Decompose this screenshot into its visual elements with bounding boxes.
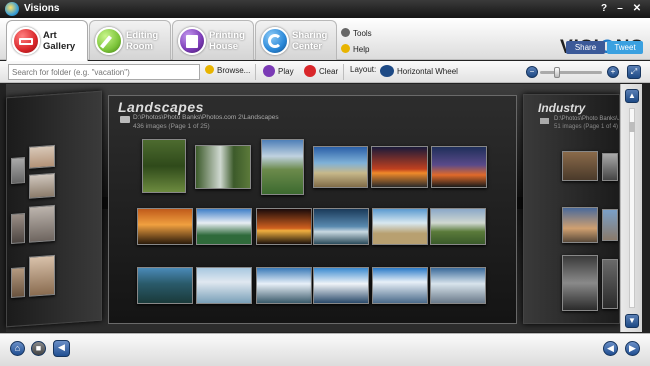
- album-thumbnail[interactable]: [562, 255, 598, 311]
- clear-button[interactable]: Clear: [304, 65, 338, 77]
- tab-editing-room-label: Editing Room: [126, 30, 159, 52]
- album-thumbnail[interactable]: [11, 267, 25, 299]
- album-thumbnail[interactable]: [29, 254, 55, 297]
- tweet-button[interactable]: Tweet: [607, 41, 643, 54]
- fullscreen-button[interactable]: ⤢: [627, 65, 641, 79]
- album-thumbnail[interactable]: [11, 157, 25, 185]
- photo-thumbnail[interactable]: [196, 208, 252, 245]
- album-thumbnail[interactable]: [562, 207, 598, 243]
- clear-icon: [304, 65, 316, 77]
- title-bar: Visions ? – ✕: [0, 0, 650, 18]
- scroll-thumb[interactable]: [629, 122, 635, 132]
- photo-thumbnail[interactable]: [137, 267, 193, 304]
- next-page-button[interactable]: ▶: [625, 341, 640, 356]
- photo-thumbnail[interactable]: [196, 267, 252, 304]
- tab-printing-house[interactable]: Printing House: [172, 20, 254, 60]
- bottom-bar: ⌂ ■ ◀ ◀ ▶: [0, 333, 650, 366]
- photo-thumbnail[interactable]: [256, 208, 312, 245]
- photo-thumbnail[interactable]: [137, 208, 193, 245]
- sharing-center-icon: [261, 27, 289, 55]
- main-album-panel[interactable]: Landscapes D:\Photos\Photo Banks\Photos.…: [108, 95, 517, 324]
- app-icon: [5, 2, 19, 16]
- help-window-button[interactable]: ?: [597, 2, 611, 15]
- photo-thumbnail[interactable]: [372, 208, 428, 245]
- art-gallery-icon: [12, 27, 40, 55]
- album-title: Landscapes: [118, 99, 204, 115]
- scroll-track[interactable]: [629, 108, 635, 308]
- minimize-button[interactable]: –: [613, 2, 627, 15]
- tab-editing-room[interactable]: Editing Room: [89, 20, 171, 60]
- album-thumbnail[interactable]: [602, 153, 618, 181]
- printing-house-icon: [178, 27, 206, 55]
- zoom-slider[interactable]: [540, 67, 602, 78]
- album-thumbnail[interactable]: [602, 259, 618, 309]
- browse-button[interactable]: Browse...: [205, 65, 250, 75]
- previous-page-button[interactable]: ◀: [603, 341, 618, 356]
- tab-art-gallery[interactable]: Art Gallery: [6, 20, 88, 61]
- right-album-title: Industry: [538, 101, 586, 115]
- folder-icon: [205, 65, 214, 74]
- album-path: D:\Photos\Photo Banks\Photos.com 2\Lands…: [133, 114, 279, 121]
- vertical-scrollbar[interactable]: ▲ ▼: [620, 84, 642, 332]
- tab-bar: Art Gallery Editing Room Printing House Sha…: [0, 18, 650, 61]
- tools-icon: [341, 28, 350, 37]
- layout-label: Layout:: [350, 65, 377, 74]
- zoom-out-button[interactable]: −: [526, 66, 538, 78]
- play-icon: [263, 65, 275, 77]
- album-thumbnail[interactable]: [602, 209, 618, 241]
- album-image-count: 436 images (Page 1 of 25): [133, 123, 210, 130]
- photo-thumbnail[interactable]: [261, 139, 304, 195]
- album-thumbnail[interactable]: [29, 172, 55, 199]
- album-thumbnail[interactable]: [562, 151, 598, 181]
- album-thumbnail[interactable]: [29, 144, 55, 169]
- facebook-share-button[interactable]: Share: [566, 41, 605, 54]
- toolbar-divider: [255, 64, 256, 80]
- toolbar: Browse... Play Clear Layout: Horizontal …: [0, 61, 650, 83]
- back-level-button[interactable]: ◀: [53, 340, 70, 357]
- toolbar-divider: [343, 64, 344, 80]
- play-button[interactable]: Play: [263, 65, 294, 77]
- right-album-panel[interactable]: Industry D:\Photos\Photo Banks\... 51 im…: [523, 94, 623, 324]
- close-button[interactable]: ✕: [630, 2, 644, 15]
- tab-art-gallery-label: Art Gallery: [43, 30, 76, 52]
- horizontal-wheel-icon: [380, 65, 394, 77]
- photo-thumbnail[interactable]: [372, 267, 428, 304]
- left-album-panel[interactable]: [6, 90, 102, 328]
- tab-printing-house-label: Printing House: [209, 30, 245, 52]
- window-title: Visions: [24, 3, 60, 14]
- photo-thumbnail[interactable]: [430, 267, 486, 304]
- photo-thumbnail[interactable]: [256, 267, 312, 304]
- photo-thumbnail[interactable]: [313, 146, 368, 188]
- home-button[interactable]: ⌂: [10, 341, 25, 356]
- tab-sharing-center[interactable]: Sharing Center: [255, 20, 337, 60]
- photo-thumbnail[interactable]: [430, 208, 486, 245]
- right-album-path: D:\Photos\Photo Banks\...: [554, 116, 623, 122]
- folder-search-input[interactable]: [8, 64, 200, 80]
- tab-sharing-center-label: Sharing Center: [292, 30, 328, 52]
- zoom-in-button[interactable]: +: [607, 66, 619, 78]
- zoom-slider-handle[interactable]: [554, 67, 560, 78]
- tools-link[interactable]: Tools: [341, 28, 372, 38]
- layout-selector[interactable]: Horizontal Wheel: [380, 65, 458, 77]
- help-link[interactable]: Help: [341, 44, 369, 54]
- photo-thumbnail[interactable]: [431, 146, 487, 188]
- folder-icon: [120, 116, 130, 123]
- photo-thumbnail[interactable]: [195, 145, 251, 189]
- photo-thumbnail[interactable]: [142, 139, 186, 193]
- page-up-button[interactable]: ▲: [625, 89, 639, 103]
- help-icon: [341, 44, 350, 53]
- album-thumbnail[interactable]: [11, 213, 25, 245]
- right-album-count: 51 images (Page 1 of 4): [554, 124, 619, 130]
- photo-thumbnail[interactable]: [313, 208, 369, 245]
- editing-room-icon: [95, 27, 123, 55]
- album-thumbnail[interactable]: [29, 204, 55, 243]
- photo-thumbnail[interactable]: [313, 267, 369, 304]
- photo-thumbnail[interactable]: [371, 146, 428, 188]
- folder-icon: [540, 118, 549, 124]
- stop-button[interactable]: ■: [31, 341, 46, 356]
- page-down-button[interactable]: ▼: [625, 314, 639, 328]
